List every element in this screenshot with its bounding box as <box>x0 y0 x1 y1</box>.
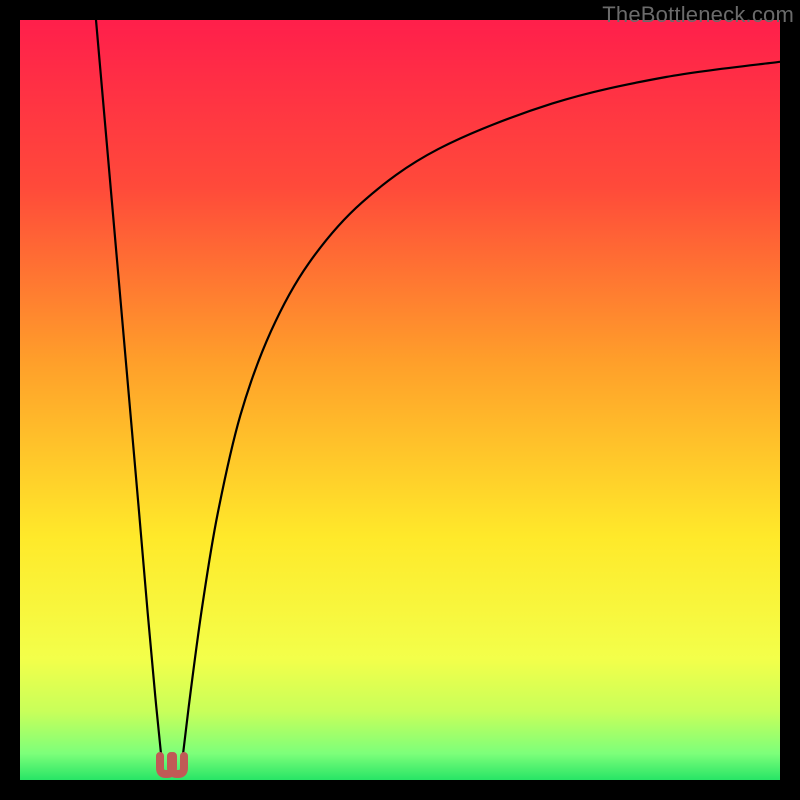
chart-frame: TheBottleneck.com <box>0 0 800 800</box>
plot-background <box>20 20 780 780</box>
plot-svg <box>20 20 780 780</box>
watermark-text: TheBottleneck.com <box>602 2 794 28</box>
plot-area <box>20 20 780 780</box>
series-valley-marker <box>160 756 184 774</box>
